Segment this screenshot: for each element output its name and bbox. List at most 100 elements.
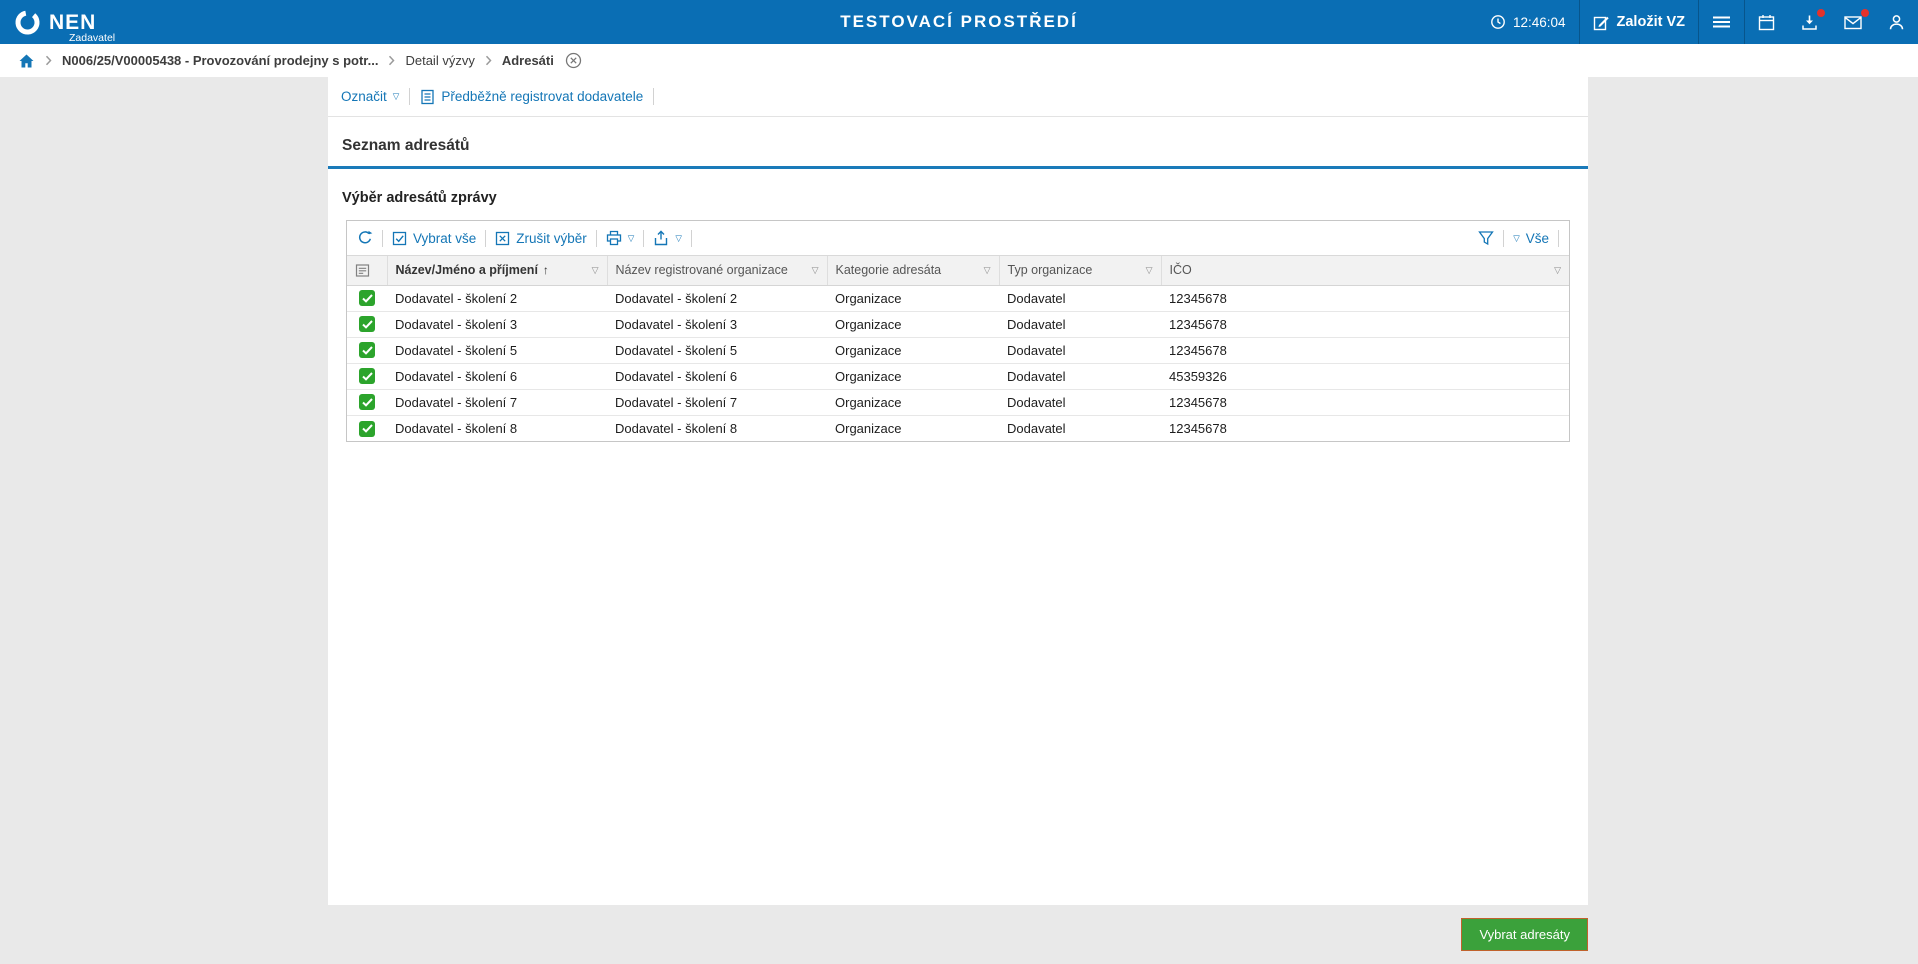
table-row[interactable]: Dodavatel - školení 7 Dodavatel - školen… <box>347 388 1569 415</box>
cell-ico: 12345678 <box>1161 284 1569 311</box>
table-row[interactable]: Dodavatel - školení 3 Dodavatel - školen… <box>347 310 1569 337</box>
cell-category: Organizace <box>827 388 999 415</box>
mail-icon <box>1844 15 1862 30</box>
preregister-label: Předběžně registrovat dodavatele <box>441 89 644 104</box>
filter-caret-icon[interactable]: ▽ <box>1554 265 1561 275</box>
cell-org: Dodavatel - školení 5 <box>607 336 827 363</box>
chevron-right-icon <box>485 55 492 66</box>
clear-selection-button[interactable]: Zrušit výběr <box>495 231 587 246</box>
print-button[interactable]: ▽ <box>606 230 634 246</box>
checked-checkbox-icon[interactable] <box>359 342 375 359</box>
cell-name: Dodavatel - školení 6 <box>387 362 607 389</box>
export-button[interactable]: ▽ <box>653 230 682 246</box>
column-label: Typ organizace <box>1007 263 1093 278</box>
table-row[interactable]: Dodavatel - školení 8 Dodavatel - školen… <box>347 414 1569 441</box>
sort-asc-icon: ↑ <box>542 263 549 278</box>
cell-ico: 12345678 <box>1161 388 1569 415</box>
messages-button[interactable] <box>1831 0 1875 44</box>
cell-org: Dodavatel - školení 2 <box>607 284 827 311</box>
table-body: Dodavatel - školení 2 Dodavatel - školen… <box>347 284 1569 441</box>
breadcrumb-item-detail[interactable]: Detail výzvy <box>405 53 474 68</box>
funnel-icon <box>1478 230 1494 246</box>
filter-caret-icon[interactable]: ▽ <box>592 265 599 275</box>
select-all-button[interactable]: Vybrat vše <box>392 231 476 246</box>
user-profile-button[interactable] <box>1875 0 1918 44</box>
menu-button[interactable] <box>1699 0 1744 44</box>
column-header-org[interactable]: Název registrované organizace ▽ <box>607 256 828 286</box>
checked-checkbox-icon[interactable] <box>359 420 375 437</box>
breadcrumb-item-adresati[interactable]: Adresáti <box>502 53 554 68</box>
chevron-down-icon: ▽ <box>675 232 682 243</box>
cell-name: Dodavatel - školení 8 <box>387 414 607 441</box>
divider <box>382 229 383 247</box>
divider <box>653 88 655 105</box>
divider <box>409 88 411 105</box>
select-addressees-button[interactable]: Vybrat adresáty <box>1461 918 1588 951</box>
row-select-cell[interactable] <box>347 310 387 337</box>
checked-checkbox-icon[interactable] <box>359 290 375 307</box>
downloads-button[interactable] <box>1788 0 1831 44</box>
row-select-cell[interactable] <box>347 284 387 311</box>
checked-checkbox-icon[interactable] <box>359 394 375 411</box>
row-select-cell[interactable] <box>347 414 387 441</box>
row-select-cell[interactable] <box>347 362 387 389</box>
cell-name: Dodavatel - školení 2 <box>387 284 607 311</box>
mark-menu-button[interactable]: Označit ▽ <box>341 89 399 104</box>
filter-caret-icon[interactable]: ▽ <box>812 265 819 275</box>
notification-badge <box>1817 9 1825 17</box>
person-icon <box>1888 14 1905 31</box>
notification-badge <box>1861 9 1869 17</box>
mark-label: Označit <box>341 89 387 104</box>
nen-logo-icon <box>14 9 41 36</box>
cell-org: Dodavatel - školení 7 <box>607 388 827 415</box>
addressees-table: Název/Jméno a příjmení ↑ ▽ Název registr… <box>347 256 1569 441</box>
nen-logo[interactable]: NEN Zadavatel <box>0 9 115 43</box>
row-select-cell[interactable] <box>347 336 387 363</box>
table-row[interactable]: Dodavatel - školení 5 Dodavatel - školen… <box>347 336 1569 363</box>
cell-ico: 45359326 <box>1161 362 1569 389</box>
table-row[interactable]: Dodavatel - školení 6 Dodavatel - školen… <box>347 362 1569 389</box>
section-subtitle: Výběr adresátů zprávy <box>342 190 497 206</box>
brand-name: NEN <box>49 10 97 34</box>
cell-type: Dodavatel <box>999 388 1161 415</box>
column-header-category[interactable]: Kategorie adresáta ▽ <box>827 256 1000 286</box>
chevron-down-icon: ▽ <box>1513 232 1520 243</box>
preregister-supplier-button[interactable]: Předběžně registrovat dodavatele <box>420 89 643 105</box>
filter-caret-icon[interactable]: ▽ <box>984 265 991 275</box>
page-title: Seznam adresátů <box>328 117 1588 169</box>
view-all-dropdown[interactable]: ▽ Vše <box>1513 231 1549 246</box>
chevron-right-icon <box>45 55 52 66</box>
column-header-type[interactable]: Typ organizace ▽ <box>999 256 1162 286</box>
grid-toolbar: Vybrat vše Zrušit výběr ▽ ▽ ▽ Vše <box>347 221 1569 256</box>
table-row[interactable]: Dodavatel - školení 2 Dodavatel - školen… <box>347 284 1569 311</box>
checkbox-check-icon <box>392 231 407 246</box>
close-breadcrumb-icon[interactable] <box>565 52 582 69</box>
hamburger-icon <box>1712 14 1731 30</box>
column-header-ico[interactable]: IČO ▽ <box>1161 256 1569 286</box>
column-header-name[interactable]: Název/Jméno a příjmení ↑ ▽ <box>387 256 608 286</box>
cell-name: Dodavatel - školení 5 <box>387 336 607 363</box>
divider <box>690 229 692 247</box>
select-column-header[interactable] <box>347 256 388 286</box>
create-vz-button[interactable]: Založit VZ <box>1580 0 1698 44</box>
row-select-cell[interactable] <box>347 388 387 415</box>
printer-icon <box>606 230 622 246</box>
action-toolbar: Označit ▽ Předběžně registrovat dodavate… <box>328 77 1588 117</box>
refresh-button[interactable] <box>357 230 373 246</box>
breadcrumb-item-contract[interactable]: N006/25/V00005438 - Provozování prodejny… <box>62 53 378 68</box>
cell-type: Dodavatel <box>999 362 1161 389</box>
checked-checkbox-icon[interactable] <box>359 316 375 333</box>
environment-title: TESTOVACÍ PROSTŘEDÍ <box>840 12 1078 31</box>
home-icon[interactable] <box>18 53 35 69</box>
cell-type: Dodavatel <box>999 336 1161 363</box>
divider <box>643 229 645 247</box>
checked-checkbox-icon[interactable] <box>359 368 375 385</box>
filter-caret-icon[interactable]: ▽ <box>1146 265 1153 275</box>
breadcrumb: N006/25/V00005438 - Provozování prodejny… <box>0 44 1918 77</box>
cell-org: Dodavatel - školení 8 <box>607 414 827 441</box>
calendar-button[interactable] <box>1745 0 1788 44</box>
current-time: 12:46:04 <box>1512 14 1566 30</box>
cell-category: Organizace <box>827 362 999 389</box>
column-label: Kategorie adresáta <box>835 263 942 278</box>
filter-button[interactable] <box>1478 230 1494 246</box>
